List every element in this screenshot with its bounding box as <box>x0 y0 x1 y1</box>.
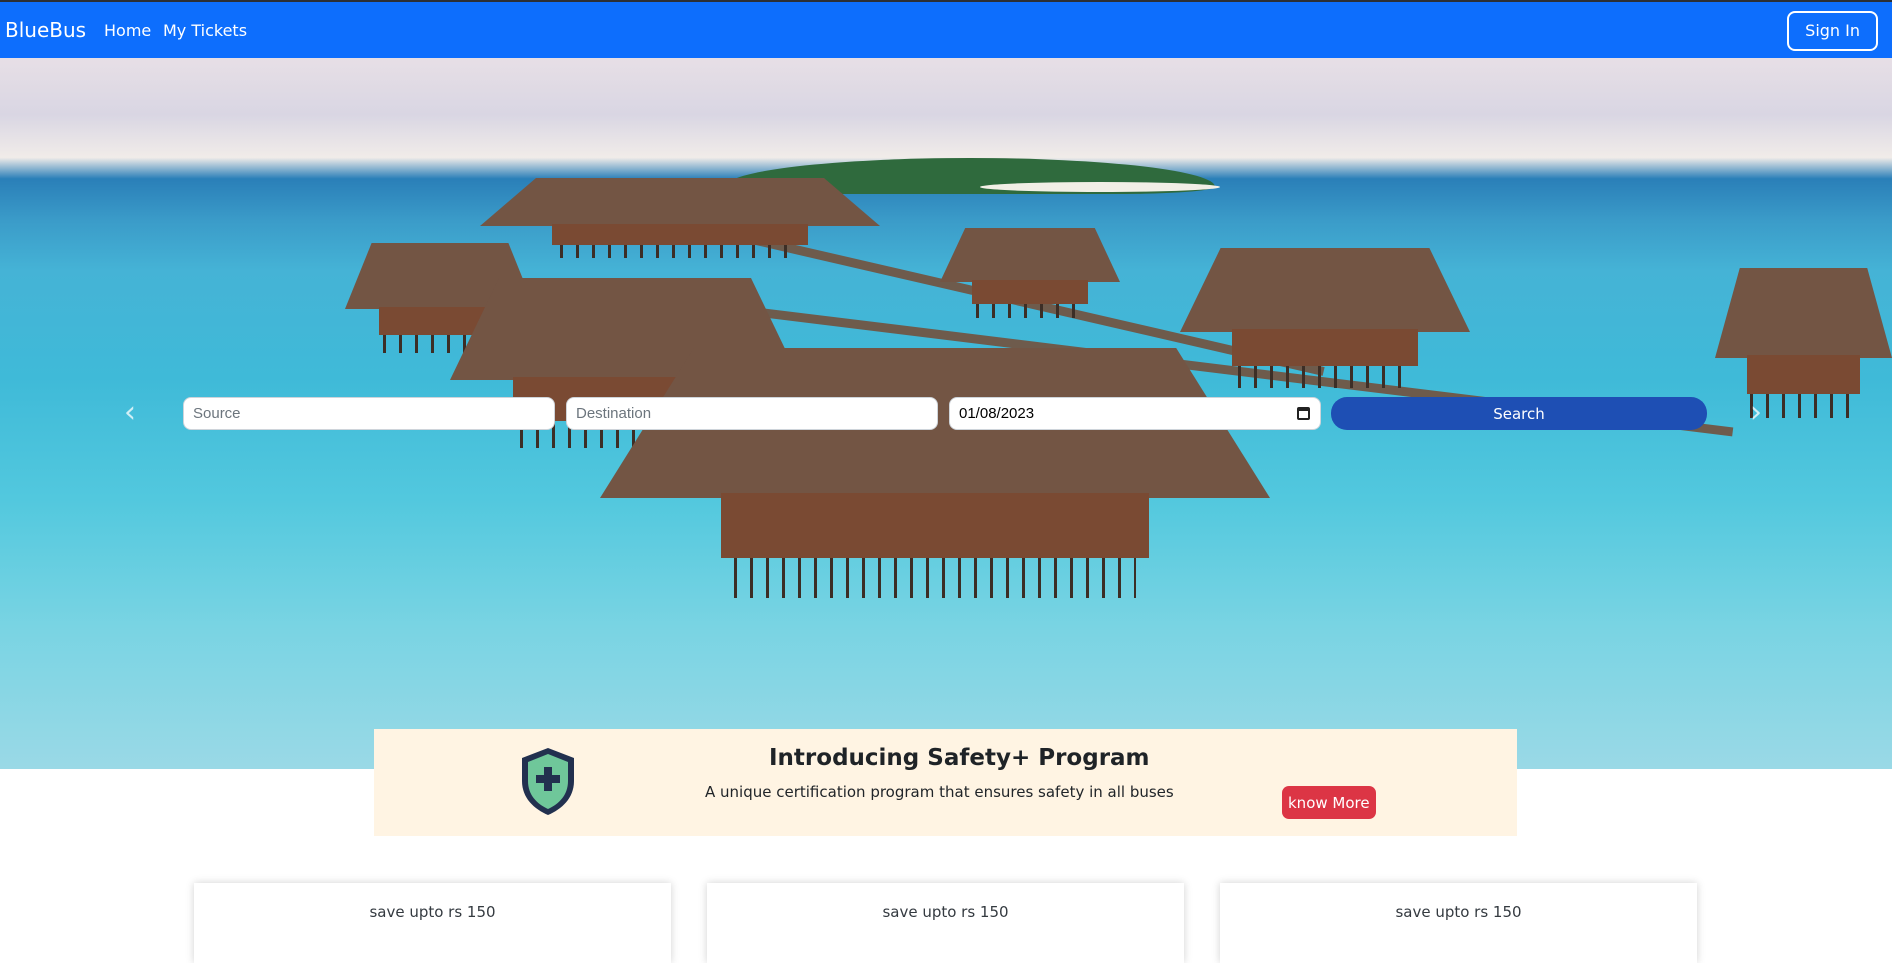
search-button[interactable]: Search <box>1331 397 1707 430</box>
safety-title: Introducing Safety+ Program <box>769 745 1150 771</box>
chevron-right-icon[interactable]: › <box>1750 393 1774 433</box>
offer-text: save upto rs 150 <box>882 903 1009 921</box>
hero-hut <box>940 228 1120 318</box>
source-input[interactable]: Source <box>183 397 555 430</box>
chevron-left-icon[interactable]: ‹ <box>124 393 148 433</box>
shield-plus-icon <box>522 748 574 815</box>
offer-card[interactable]: save upto rs 150 <box>707 883 1184 963</box>
sign-in-button[interactable]: Sign In <box>1787 11 1878 51</box>
brand-logo[interactable]: BlueBus <box>5 18 86 42</box>
safety-banner: Introducing Safety+ Program A unique cer… <box>374 729 1517 836</box>
hero-beach <box>980 182 1220 192</box>
date-input[interactable]: 01/08/2023 <box>949 397 1321 430</box>
hero-hut <box>600 348 1270 598</box>
nav-home-link[interactable]: Home <box>104 21 151 40</box>
navbar: BlueBus Home My Tickets Sign In <box>0 0 1892 58</box>
offer-text: save upto rs 150 <box>369 903 496 921</box>
date-value: 01/08/2023 <box>959 405 1035 422</box>
hero-hut <box>1180 248 1470 388</box>
calendar-icon[interactable] <box>1297 407 1310 420</box>
know-more-button[interactable]: know More <box>1282 786 1376 819</box>
offer-card[interactable]: save upto rs 150 <box>194 883 671 963</box>
offer-text: save upto rs 150 <box>1395 903 1522 921</box>
hero-hut <box>1715 268 1892 418</box>
hero-hut <box>480 178 880 258</box>
nav-my-tickets-link[interactable]: My Tickets <box>163 21 247 40</box>
safety-subtitle: A unique certification program that ensu… <box>705 783 1174 801</box>
destination-input[interactable]: Destination <box>566 397 938 430</box>
offer-card[interactable]: save upto rs 150 <box>1220 883 1697 963</box>
